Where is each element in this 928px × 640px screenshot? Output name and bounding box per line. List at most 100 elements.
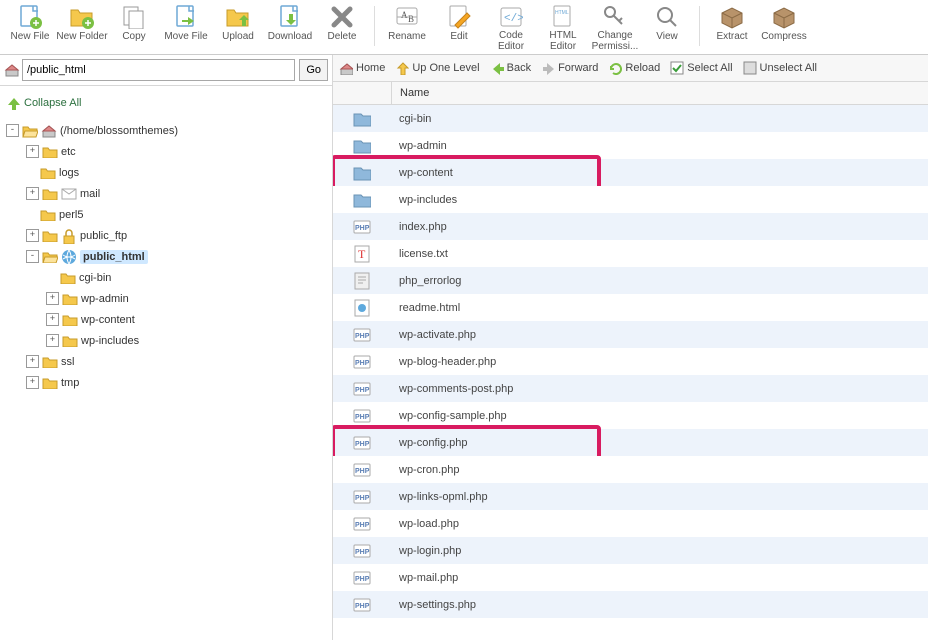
path-input[interactable] <box>22 59 295 81</box>
file-row[interactable]: readme.html <box>333 294 928 321</box>
tree-node-ssl[interactable]: +ssl <box>26 351 328 372</box>
rename-button[interactable]: Rename <box>381 2 433 52</box>
file-row[interactable]: wp-comments-post.php <box>333 375 928 402</box>
file-row[interactable]: wp-config-sample.php <box>333 402 928 429</box>
tree-toggle[interactable]: + <box>46 313 59 326</box>
tree-label: wp-content <box>81 314 135 326</box>
file-row-name: readme.html <box>391 302 928 314</box>
nav-back-label: Back <box>507 62 531 74</box>
file-row[interactable]: license.txt <box>333 240 928 267</box>
upload-icon <box>225 4 251 30</box>
tree-toggle[interactable]: + <box>46 292 59 305</box>
column-icon-header[interactable] <box>333 82 392 104</box>
tree-node-wp-admin[interactable]: +wp-admin <box>46 288 328 309</box>
log-icon <box>353 272 371 290</box>
nav-home-button[interactable]: Home <box>339 61 385 75</box>
file-row[interactable]: wp-includes <box>333 186 928 213</box>
tree-toggle[interactable]: + <box>26 187 39 200</box>
file-row[interactable]: wp-mail.php <box>333 564 928 591</box>
tree-toggle[interactable]: + <box>26 229 39 242</box>
file-row[interactable]: wp-cron.php <box>333 456 928 483</box>
nav-reload-label: Reload <box>625 62 660 74</box>
nav-unselect-all-button[interactable]: Unselect All <box>743 61 817 75</box>
toolbar-separator <box>699 6 700 46</box>
file-row[interactable]: wp-settings.php <box>333 591 928 618</box>
tree-toggle[interactable]: + <box>26 145 39 158</box>
new-folder-icon <box>69 4 95 30</box>
nav-back-button[interactable]: Back <box>490 61 531 75</box>
tree-root[interactable]: - (/home/blossomthemes) <box>6 120 328 141</box>
tree-toggle[interactable]: + <box>26 355 39 368</box>
file-row-name: wp-settings.php <box>391 599 928 611</box>
tree-node-tmp[interactable]: +tmp <box>26 372 328 393</box>
new-folder-button[interactable]: New Folder <box>56 2 108 52</box>
extract-button[interactable]: Extract <box>706 2 758 52</box>
tree-node-wp-includes[interactable]: +wp-includes <box>46 330 328 351</box>
file-row[interactable]: wp-blog-header.php <box>333 348 928 375</box>
tree-node-perl5[interactable]: perl5 <box>26 204 328 225</box>
file-row[interactable]: wp-login.php <box>333 537 928 564</box>
new-file-button[interactable]: New File <box>4 2 56 52</box>
file-row[interactable]: index.php <box>333 213 928 240</box>
change-permissions-button[interactable]: Change Permissi... <box>589 2 641 52</box>
file-row[interactable]: wp-config.php <box>333 429 928 456</box>
file-row-icon-cell <box>333 164 391 182</box>
nav-reload-button[interactable]: Reload <box>608 61 660 75</box>
file-row-icon-cell <box>333 380 391 398</box>
move-file-button[interactable]: Move File <box>160 2 212 52</box>
file-list-navbar: Home Up One Level Back Forward Reload Se… <box>333 55 928 82</box>
html-editor-label: HTML Editor <box>537 30 589 52</box>
tree-label: etc <box>61 146 76 158</box>
tree-node-logs[interactable]: logs <box>26 162 328 183</box>
php-icon <box>353 353 371 371</box>
nav-select-all-label: Select All <box>687 62 732 74</box>
view-button[interactable]: View <box>641 2 693 52</box>
tree-toggle[interactable]: - <box>6 124 19 137</box>
tree-node-public-html[interactable]: -public_html <box>26 246 328 267</box>
delete-button[interactable]: Delete <box>316 2 368 52</box>
folder-open-icon <box>22 124 38 138</box>
tree-node-etc[interactable]: + etc <box>26 141 328 162</box>
edit-button[interactable]: Edit <box>433 2 485 52</box>
home-icon <box>339 61 353 75</box>
go-button[interactable]: Go <box>299 59 328 81</box>
tree-toggle[interactable]: + <box>46 334 59 347</box>
column-name-header[interactable]: Name <box>392 82 928 104</box>
tree-node-wp-content[interactable]: + wp-content <box>46 309 328 330</box>
tree-toggle[interactable]: - <box>26 250 39 263</box>
nav-home-label: Home <box>356 62 385 74</box>
code-editor-button[interactable]: Code Editor <box>485 2 537 52</box>
copy-icon <box>121 4 147 30</box>
tree-toggle[interactable]: + <box>26 376 39 389</box>
html-editor-button[interactable]: HTML Editor <box>537 2 589 52</box>
file-row[interactable]: wp-activate.php <box>333 321 928 348</box>
nav-up-button[interactable]: Up One Level <box>395 61 479 75</box>
file-row[interactable]: wp-admin <box>333 132 928 159</box>
nav-select-all-button[interactable]: Select All <box>670 61 732 75</box>
file-row[interactable]: cgi-bin <box>333 105 928 132</box>
collapse-all-button[interactable]: Collapse All <box>0 86 332 120</box>
nav-forward-button[interactable]: Forward <box>541 61 598 75</box>
file-row[interactable]: php_errorlog <box>333 267 928 294</box>
tree-node-mail[interactable]: + mail <box>26 183 328 204</box>
download-button[interactable]: Download <box>264 2 316 52</box>
folder-icon <box>42 187 58 200</box>
file-row[interactable]: wp-links-opml.php <box>333 483 928 510</box>
txt-icon <box>353 245 371 263</box>
code-editor-label: Code Editor <box>485 30 537 52</box>
tree-label: perl5 <box>59 209 83 221</box>
compress-button[interactable]: Compress <box>758 2 810 52</box>
copy-button[interactable]: Copy <box>108 2 160 52</box>
tree-label: mail <box>80 188 100 200</box>
tree-node-public-ftp[interactable]: +public_ftp <box>26 225 328 246</box>
upload-label: Upload <box>222 31 254 42</box>
html-editor-icon <box>550 4 576 29</box>
code-editor-icon <box>498 4 524 29</box>
tree-node-cgi-bin[interactable]: cgi-bin <box>46 267 328 288</box>
upload-button[interactable]: Upload <box>212 2 264 52</box>
file-row[interactable]: wp-load.php <box>333 510 928 537</box>
file-row[interactable]: wp-content <box>333 159 928 186</box>
folder-icon <box>353 137 371 155</box>
file-row-icon-cell <box>333 245 391 263</box>
home-icon <box>41 123 57 139</box>
